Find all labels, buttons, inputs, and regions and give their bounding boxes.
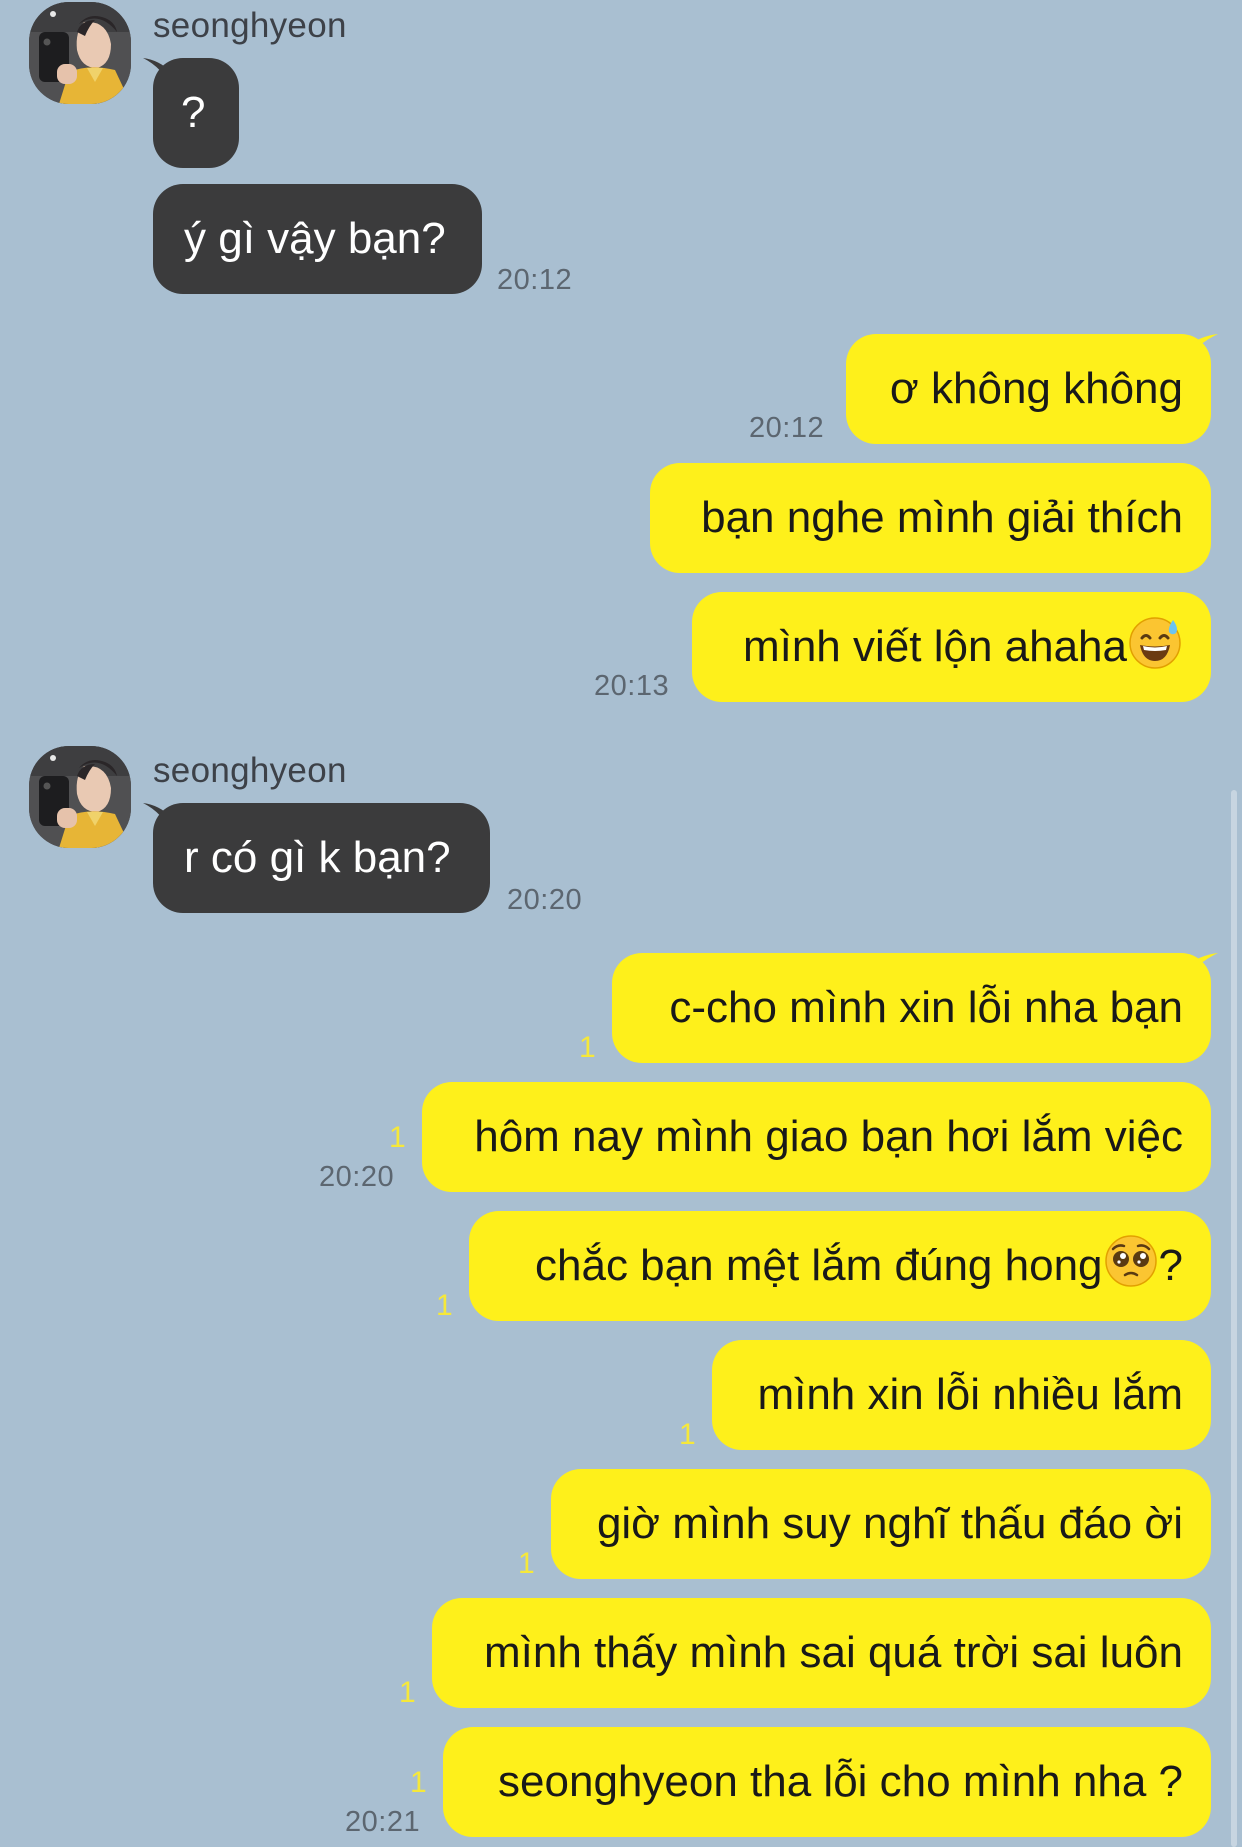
message-text: bạn nghe mình giải thích bbox=[701, 493, 1183, 542]
scrollbar[interactable] bbox=[1231, 790, 1237, 1847]
message-text: ý gì vậy bạn? bbox=[184, 214, 446, 263]
message-bubble[interactable]: bạn nghe mình giải thích bbox=[650, 463, 1211, 573]
unread-count: 1 bbox=[579, 1031, 596, 1064]
message-text: mình viết lộn ahaha bbox=[742, 622, 1127, 671]
unread-count: 1 bbox=[679, 1418, 696, 1451]
message-text: c-cho mình xin lỗi nha bạn bbox=[669, 983, 1183, 1032]
message-text: ? bbox=[181, 88, 206, 137]
message-bubble[interactable]: ơ không không bbox=[846, 334, 1211, 444]
message-text: ơ không không bbox=[889, 364, 1183, 413]
message-text: seonghyeon tha lỗi cho mình nha ? bbox=[498, 1757, 1183, 1806]
message-bubble[interactable]: mình thấy mình sai quá trời sai luôn bbox=[432, 1598, 1211, 1708]
message-text: mình thấy mình sai quá trời sai luôn bbox=[484, 1628, 1183, 1677]
message-bubble[interactable]: r có gì k bạn? bbox=[153, 803, 490, 913]
pleading-face-emoji-icon bbox=[1103, 1233, 1159, 1289]
message-timestamp: 20:20 bbox=[507, 884, 583, 916]
message-timestamp: 20:12 bbox=[749, 412, 825, 444]
message-bubble[interactable]: mình xin lỗi nhiều lắm bbox=[712, 1340, 1211, 1450]
message-bubble[interactable]: giờ mình suy nghĩ thấu đáo ời bbox=[551, 1469, 1211, 1579]
message-bubble[interactable]: mình viết lộn ahaha bbox=[692, 592, 1211, 702]
sweat-smile-emoji-icon bbox=[1127, 614, 1183, 670]
avatar[interactable] bbox=[29, 2, 131, 104]
message-text: giờ mình suy nghĩ thấu đáo ời bbox=[596, 1499, 1183, 1548]
message-bubble[interactable]: ý gì vậy bạn? bbox=[153, 184, 482, 294]
unread-count: 1 bbox=[518, 1547, 535, 1580]
message-text: chắc bạn mệt lắm đúng hong bbox=[535, 1241, 1103, 1290]
avatar[interactable] bbox=[29, 746, 131, 848]
sender-name: seonghyeon bbox=[153, 751, 347, 790]
message-timestamp: 20:20 bbox=[319, 1161, 395, 1193]
message-bubble[interactable]: c-cho mình xin lỗi nha bạn bbox=[612, 953, 1211, 1063]
unread-count: 1 bbox=[389, 1121, 406, 1154]
unread-count: 1 bbox=[436, 1289, 453, 1322]
message-bubble[interactable]: ? bbox=[153, 58, 239, 168]
message-text: ? bbox=[1158, 1241, 1183, 1290]
message-timestamp: 20:21 bbox=[345, 1806, 421, 1838]
unread-count: 1 bbox=[399, 1676, 416, 1709]
message-timestamp: 20:12 bbox=[497, 264, 573, 296]
message-bubble[interactable]: seonghyeon tha lỗi cho mình nha ? bbox=[443, 1727, 1211, 1837]
message-bubble[interactable]: chắc bạn mệt lắm đúng hong ? bbox=[469, 1211, 1211, 1321]
message-text: hôm nay mình giao bạn hơi lắm việc bbox=[474, 1112, 1183, 1161]
message-text: r có gì k bạn? bbox=[184, 833, 451, 882]
message-bubble[interactable]: hôm nay mình giao bạn hơi lắm việc bbox=[422, 1082, 1211, 1192]
sender-name: seonghyeon bbox=[153, 6, 347, 45]
message-text: mình xin lỗi nhiều lắm bbox=[757, 1370, 1183, 1419]
message-timestamp: 20:13 bbox=[594, 670, 670, 702]
unread-count: 1 bbox=[410, 1766, 427, 1799]
